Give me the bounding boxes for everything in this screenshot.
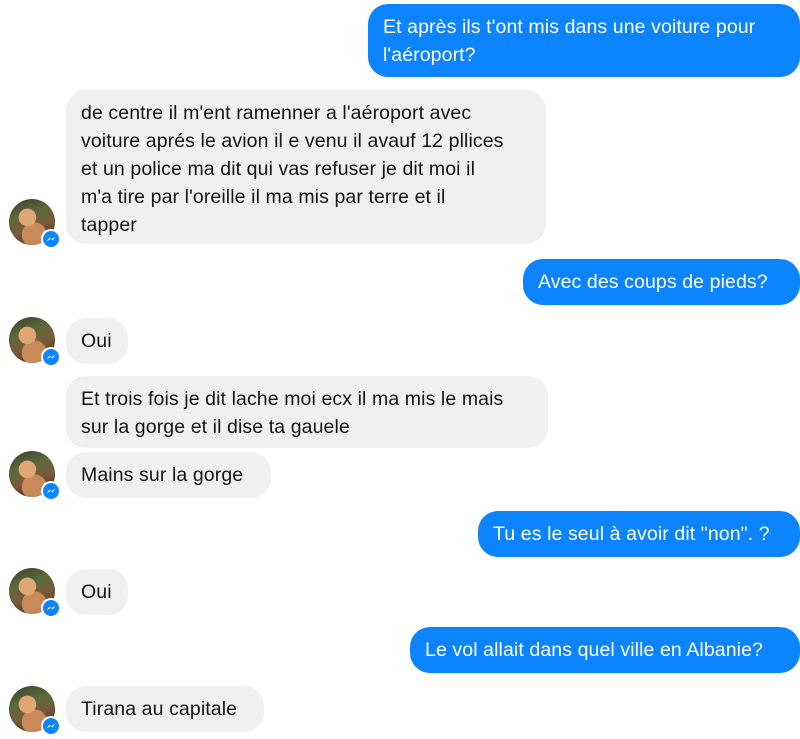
contact-avatar[interactable]: [9, 451, 61, 501]
incoming-message[interactable]: Oui: [66, 569, 128, 615]
outgoing-message[interactable]: Tu es le seul à avoir dit "non". ?: [478, 511, 800, 557]
incoming-message[interactable]: de centre il m'ent ramenner a l'aéroport…: [66, 90, 546, 244]
messenger-icon: [41, 598, 61, 618]
contact-avatar[interactable]: [9, 686, 61, 736]
messenger-icon: [41, 716, 61, 736]
messenger-icon: [41, 347, 61, 367]
contact-avatar[interactable]: [9, 199, 61, 249]
messenger-icon: [41, 481, 61, 501]
contact-avatar[interactable]: [9, 317, 61, 367]
incoming-message[interactable]: Mains sur la gorge: [66, 452, 271, 498]
outgoing-message[interactable]: Et après ils t'ont mis dans une voiture …: [368, 4, 800, 77]
outgoing-message[interactable]: Le vol allait dans quel ville en Albanie…: [410, 627, 800, 673]
outgoing-message[interactable]: Avec des coups de pieds?: [523, 259, 800, 305]
incoming-message[interactable]: Et trois fois je dit lache moi ecx il ma…: [66, 376, 548, 448]
incoming-message[interactable]: Oui: [66, 318, 128, 364]
incoming-message[interactable]: Tirana au capitale: [66, 686, 264, 732]
messenger-icon: [41, 229, 61, 249]
contact-avatar[interactable]: [9, 568, 61, 618]
